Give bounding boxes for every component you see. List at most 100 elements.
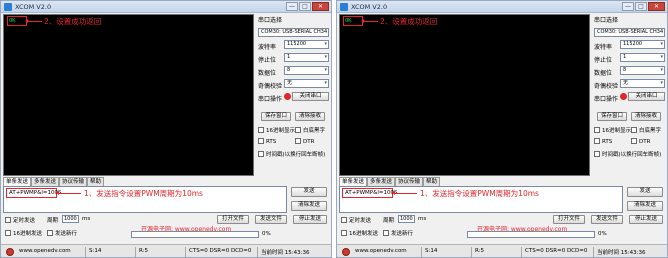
data-select[interactable]: 8 [620,66,665,75]
status-url[interactable]: www.openedv.com [19,248,71,254]
close-port-button[interactable]: 关闭串口 [628,92,665,101]
port-select[interactable]: COM30: USB-SERIAL CH34 [594,28,665,37]
timestamp-checkbox[interactable]: 时间戳(以换行回车断帧) [594,150,661,158]
open-file-button[interactable]: 打开文件 [553,215,585,224]
tab-protocol[interactable]: 协议传输 [395,177,424,186]
save-window-button[interactable]: 保存窗口 [597,112,627,121]
parity-select[interactable]: 无 [620,79,665,88]
tab-multi-send[interactable]: 多条发送 [367,177,396,186]
divider [521,247,522,257]
parity-row: 奇偶校验 无 [594,79,666,90]
divider [85,247,86,257]
white-bg-checkbox[interactable]: 白底黑字 [295,126,325,134]
title-bar[interactable]: XCOM V2.0 — □ ✕ [337,1,667,13]
timed-send-checkbox[interactable]: 定时发送 [341,216,371,224]
gear-icon[interactable] [6,248,14,256]
port-select-label: 串口选择 [258,17,283,24]
clear-send-button[interactable]: 清除发送 [291,201,327,211]
period-input[interactable]: 1000 [398,215,415,223]
dtr-checkbox[interactable]: DTR [631,138,650,145]
port-select[interactable]: COM30: USB-SERIAL CH34 [258,28,329,37]
hex-display-checkbox[interactable]: 16进制显示 [594,126,631,134]
period-label: 周期 [383,218,395,224]
title-bar[interactable]: XCOM V2.0 — □ ✕ [1,1,331,13]
tab-help[interactable]: 帮助 [87,177,105,186]
tab-help[interactable]: 帮助 [423,177,441,186]
white-bg-checkbox[interactable]: 白底黑字 [631,126,661,134]
arrow-left-icon [361,19,378,23]
divider [185,247,186,257]
clear-send-button[interactable]: 清除发送 [627,201,663,211]
hex-display-checkbox[interactable]: 16进制显示 [258,126,295,134]
port-op-row: 串口操作 关闭串口 [258,92,330,103]
status-url[interactable]: www.openedv.com [355,248,407,254]
receive-area[interactable]: OK 2、设置成功返回 [3,14,254,176]
open-file-button[interactable]: 打开文件 [217,215,249,224]
receive-annotation: 2、设置成功返回 [44,17,102,26]
rts-checkbox[interactable]: RTS [258,138,276,145]
newline-checkbox[interactable]: 发送新行 [47,229,77,237]
stop-select[interactable]: 1 [620,53,665,62]
xcom-window-left: XCOM V2.0 — □ ✕ OK 2、设置成功返回 串口选择 COM30: … [0,0,332,258]
close-button[interactable]: ✕ [648,2,665,11]
app-icon [340,3,348,11]
parity-row: 奇偶校验 无 [258,79,330,90]
port-select-label: 串口选择 [594,17,619,24]
tab-single-send[interactable]: 单条发送 [339,177,368,186]
send-area[interactable]: AT+PWMP&l=100S 1、发送指令设置PWM周期为10ms [339,186,623,213]
app-icon [4,3,12,11]
hex-send-checkbox[interactable]: 16进制发送 [5,229,42,237]
arrow-left-icon [392,191,417,195]
send-file-button[interactable]: 发送文件 [255,215,287,224]
save-window-button[interactable]: 保存窗口 [261,112,291,121]
tab-bar: 单条发送 多条发送 协议传输 帮助 [3,177,123,186]
send-button[interactable]: 发送 [627,187,663,197]
gear-icon[interactable] [342,248,350,256]
divider [135,247,136,257]
baud-select[interactable]: 115200 [620,40,665,49]
receive-ok-text: OK [343,16,363,26]
receive-ok-text: OK [7,16,27,26]
clear-receive-button[interactable]: 清除接收 [631,112,661,121]
minimize-button[interactable]: — [286,2,298,11]
port-op-label: 串口操作 [258,96,283,103]
timed-send-checkbox[interactable]: 定时发送 [5,216,35,224]
rts-checkbox[interactable]: RTS [594,138,612,145]
tab-protocol[interactable]: 协议传输 [59,177,88,186]
period-input[interactable]: 1000 [62,215,79,223]
receive-area[interactable]: OK 2、设置成功返回 [339,14,590,176]
status-received: R:5 [139,248,149,254]
timestamp-checkbox[interactable]: 时间戳(以换行回车断帧) [258,150,325,158]
tab-multi-send[interactable]: 多条发送 [31,177,60,186]
hex-send-checkbox[interactable]: 16进制发送 [341,229,378,237]
stop-send-button[interactable]: 停止发送 [293,215,327,224]
arrow-left-icon [56,191,81,195]
stop-row: 停止位 1 [258,53,330,64]
send-progress-bar [467,231,595,238]
dtr-checkbox[interactable]: DTR [295,138,314,145]
stop-label: 停止位 [258,57,277,64]
close-button[interactable]: ✕ [312,2,329,11]
maximize-button[interactable]: □ [635,2,647,11]
tab-single-send[interactable]: 单条发送 [3,177,32,186]
minimize-button[interactable]: — [622,2,634,11]
close-port-button[interactable]: 关闭串口 [292,92,329,101]
newline-checkbox[interactable]: 发送新行 [383,229,413,237]
send-file-button[interactable]: 发送文件 [591,215,623,224]
status-time: 当前时间 15:43:36 [597,250,646,256]
data-row: 数据位 8 [594,66,666,77]
baud-select[interactable]: 115200 [284,40,329,49]
tab-bar: 单条发送 多条发送 协议传输 帮助 [339,177,459,186]
stop-select[interactable]: 1 [284,53,329,62]
baud-label: 波特率 [594,44,613,51]
send-command-text: AT+PWMP&l=100S [6,188,62,198]
stop-send-button[interactable]: 停止发送 [629,215,663,224]
progress-percent: 0% [598,231,607,237]
send-button[interactable]: 发送 [291,187,327,197]
maximize-button[interactable]: □ [299,2,311,11]
data-select[interactable]: 8 [284,66,329,75]
send-area[interactable]: AT+PWMP&l=100S 1、发送指令设置PWM周期为10ms [3,186,287,213]
parity-select[interactable]: 无 [284,79,329,88]
clear-receive-button[interactable]: 清除接收 [295,112,325,121]
status-received: R:5 [475,248,485,254]
